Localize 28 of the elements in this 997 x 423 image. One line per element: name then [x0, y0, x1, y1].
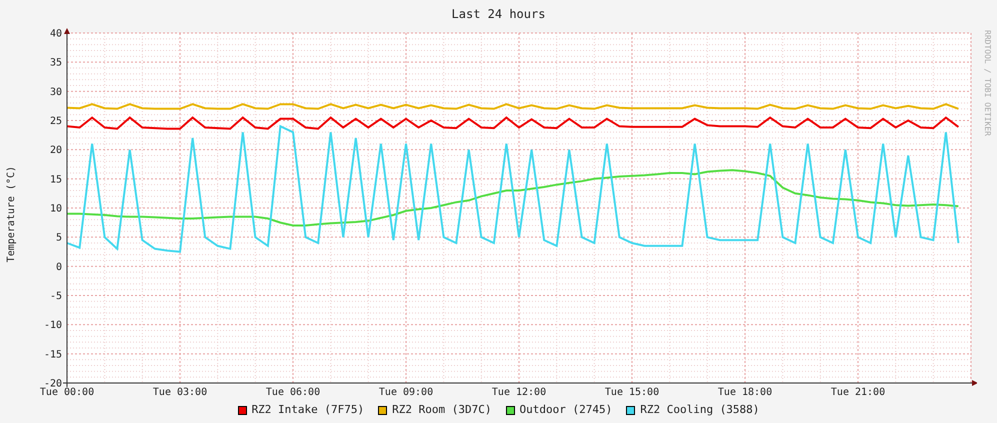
x-tick-label: Tue 21:00 [830, 387, 886, 398]
y-tick-label: 10 [50, 204, 62, 214]
y-tick-label: 0 [56, 262, 62, 273]
y-tick-label: 30 [50, 86, 62, 98]
x-tick-label: Tue 12:00 [492, 387, 546, 398]
x-tick-label: Tue 09:00 [378, 387, 434, 398]
y-tick-label: 25 [50, 116, 62, 127]
x-tick-label: Tue 03:00 [152, 387, 208, 398]
y-tick-label: 40 [50, 28, 62, 40]
y-tick-label: 5 [56, 232, 62, 244]
legend-label: RZ2 Intake (7F75) [252, 402, 364, 418]
y-tick-label: 15 [50, 174, 62, 186]
y-tick-label: -20 [44, 378, 62, 390]
legend-label: RZ2 Room (3D7C) [392, 402, 492, 418]
y-tick-label: 20 [50, 145, 62, 156]
y-tick-label: 35 [50, 58, 62, 69]
y-axis-label: Temperature (°C) [4, 166, 18, 262]
y-tick-label: -5 [50, 291, 62, 302]
x-tick-label: Tue 15:00 [604, 387, 660, 398]
legend-label: RZ2 Cooling (3588) [640, 402, 760, 418]
chart-title: Last 24 hours [452, 6, 546, 23]
y-tick-label: -10 [44, 320, 62, 332]
x-tick-label: Tue 00:00 [40, 387, 94, 398]
legend-label: Outdoor (2745) [520, 402, 612, 418]
x-tick-label: Tue 06:00 [266, 387, 320, 398]
credit-text: RRDTOOL / TOBI OETIKER [982, 30, 993, 136]
y-tick-label: -15 [44, 349, 62, 360]
x-tick-label: Tue 18:00 [718, 387, 772, 398]
